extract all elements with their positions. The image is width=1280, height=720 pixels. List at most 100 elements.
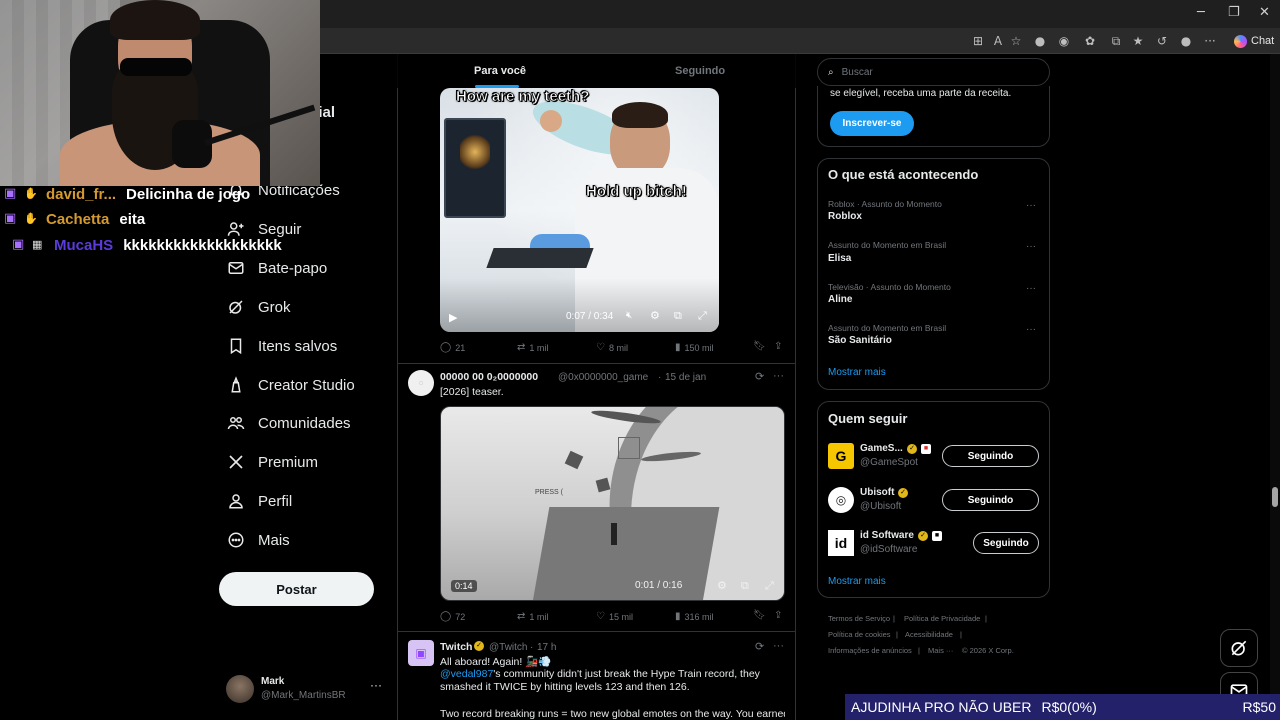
chat-username: Cachetta [46, 210, 110, 228]
nav-item-profile[interactable]: Perfil [226, 489, 292, 513]
more-icon[interactable]: ··· [1026, 283, 1036, 294]
reply-icon: ◯ [440, 342, 452, 353]
footer-link-privacy[interactable]: Política de Privacidade [904, 614, 980, 623]
divider [397, 631, 796, 632]
bookmark-button[interactable]: 🔖︎ [753, 341, 766, 352]
footer-link-cookies[interactable]: Política de cookies [828, 630, 891, 639]
post-handle[interactable]: @Twitch [489, 642, 528, 653]
more-icon[interactable]: ··· [773, 370, 784, 382]
nav-item-creator-studio[interactable]: Creator Studio [226, 373, 355, 397]
close-icon[interactable]: ✕ [1259, 5, 1270, 20]
grok-icon[interactable]: ⟳ [755, 640, 764, 653]
avatar[interactable]: ◌ [408, 370, 434, 396]
affiliate-badge-icon: ■ [921, 444, 931, 454]
settings-gear-icon[interactable]: ⚙ [650, 309, 660, 322]
picture-in-picture-icon[interactable]: ⧉ [674, 309, 682, 323]
subscribe-button[interactable]: Inscrever-se [830, 111, 914, 136]
show-more-link[interactable]: Mostrar mais [828, 576, 886, 587]
trend-name[interactable]: São Sanitário [828, 335, 892, 346]
nav-item-more[interactable]: Mais [226, 528, 290, 552]
apps-icon[interactable]: ⊞ [970, 33, 986, 49]
more-icon[interactable]: ··· [1026, 241, 1036, 252]
search-input[interactable]: ⌕ Buscar [817, 58, 1050, 86]
reply-button[interactable]: ◯ 21 [440, 342, 465, 353]
repost-button[interactable]: ⇄ 1 mil [517, 342, 548, 353]
nav-item-premium[interactable]: Premium [226, 450, 318, 474]
video-player[interactable]: PRESS ( 0:14 0:01 / 0:16 ⚙ ⧉ ⤢ [440, 406, 785, 601]
footer-link-ads[interactable]: Informações de anúncios [828, 646, 912, 655]
repost-icon: ⇄ [517, 342, 526, 353]
more-menu-icon[interactable]: ··· [1202, 33, 1218, 49]
video-time: 0:01 / 0:16 [635, 580, 683, 591]
nav-item-chat[interactable]: Bate-papo [226, 256, 327, 280]
copilot-chat-button[interactable]: Chat [1228, 31, 1280, 51]
id-software-logo-icon[interactable]: id [828, 530, 854, 556]
grok-icon[interactable]: ⟳ [755, 370, 764, 383]
avatar[interactable]: ▣ [408, 640, 434, 666]
profile-icon[interactable]: ● [1178, 33, 1194, 49]
tab-following[interactable]: Seguindo [675, 65, 725, 77]
favorite-star-icon[interactable]: ☆ [1008, 33, 1024, 49]
more-icon[interactable]: ··· [1026, 200, 1036, 211]
more-icon[interactable]: ··· [370, 678, 382, 692]
following-button[interactable]: Seguindo [973, 532, 1039, 554]
nav-item-grok[interactable]: Grok [226, 295, 291, 319]
extension-icon[interactable]: ● [1032, 33, 1048, 49]
trend-name[interactable]: Elisa [828, 253, 851, 264]
following-button[interactable]: Seguindo [942, 489, 1039, 511]
post-button[interactable]: Postar [219, 572, 374, 606]
extension-icon[interactable]: ✿ [1082, 33, 1098, 49]
settings-gear-icon[interactable]: ⚙ [717, 579, 727, 592]
read-aloud-icon[interactable]: A [990, 33, 1006, 49]
show-more-link[interactable]: Mostrar mais [828, 367, 886, 378]
account-switcher[interactable]: Mark @Mark_MartinsBR ··· [226, 674, 386, 706]
fullscreen-icon[interactable]: ⤢ [765, 579, 774, 593]
like-button[interactable]: ♡ 15 mil [596, 611, 633, 622]
footer-link-accessibility[interactable]: Acessibilidade [905, 630, 953, 639]
share-button[interactable]: ⇪ [774, 341, 782, 352]
mention-link[interactable]: @vedal987 [440, 668, 493, 680]
trend-name[interactable]: Aline [828, 294, 852, 305]
restore-icon[interactable]: ❐ [1228, 5, 1240, 20]
trends-card [817, 158, 1050, 390]
scrollbar-track[interactable] [1270, 54, 1280, 720]
ubisoft-logo-icon[interactable]: ◎ [828, 487, 854, 513]
post-date[interactable]: 15 de jan [665, 372, 706, 383]
minimize-icon[interactable]: ─ [1197, 5, 1205, 20]
tab-for-you[interactable]: Para você [474, 65, 526, 77]
reply-button[interactable]: ◯ 72 [440, 611, 465, 622]
mute-icon[interactable]: 🔇︎ [626, 310, 632, 321]
repost-button[interactable]: ⇄ 1 mil [517, 611, 548, 622]
post-author[interactable]: Twitch [440, 641, 472, 653]
following-button[interactable]: Seguindo [942, 445, 1039, 467]
scrollbar-thumb[interactable] [1272, 487, 1278, 507]
gamespot-logo-icon[interactable]: G [828, 443, 854, 469]
views-button[interactable]: ▮ 316 mil [675, 611, 714, 622]
footer-link-more[interactable]: Mais ··· [928, 646, 953, 655]
more-icon[interactable]: ··· [773, 640, 784, 652]
share-button[interactable]: ⇪ [774, 610, 782, 621]
follow-name[interactable]: GameS... [860, 443, 903, 454]
follow-name[interactable]: id Software [860, 530, 914, 541]
more-icon[interactable]: ··· [1026, 324, 1036, 335]
footer-link-terms[interactable]: Termos de Serviço [828, 614, 890, 623]
post-handle[interactable]: @0x0000000_game [558, 372, 648, 383]
views-button[interactable]: ▮ 150 mil [675, 342, 714, 353]
post-author[interactable]: 00000 00 0₂0000000 [440, 371, 538, 383]
trend-name[interactable]: Roblox [828, 211, 862, 222]
fullscreen-icon[interactable]: ⤢ [698, 309, 707, 323]
history-icon[interactable]: ↺ [1154, 33, 1170, 49]
nav-item-bookmarks[interactable]: Itens salvos [226, 334, 337, 358]
grok-fab-button[interactable] [1220, 629, 1258, 667]
split-screen-icon[interactable]: ⧉ [1108, 33, 1124, 49]
picture-in-picture-icon[interactable]: ⧉ [741, 579, 749, 593]
video-player[interactable]: How are my teeth? Hold up bitch! ▶ 0:07 … [440, 88, 719, 332]
nav-item-communities[interactable]: Comunidades [226, 411, 351, 435]
follow-name[interactable]: Ubisoft [860, 487, 894, 498]
bookmark-button[interactable]: 🔖︎ [753, 610, 766, 621]
play-icon[interactable]: ▶ [449, 311, 457, 324]
post-time[interactable]: 17 h [537, 642, 556, 653]
favorites-icon[interactable]: ★ [1130, 33, 1146, 49]
like-button[interactable]: ♡ 8 mil [596, 342, 628, 353]
extension-icon[interactable]: ◉ [1056, 33, 1072, 49]
